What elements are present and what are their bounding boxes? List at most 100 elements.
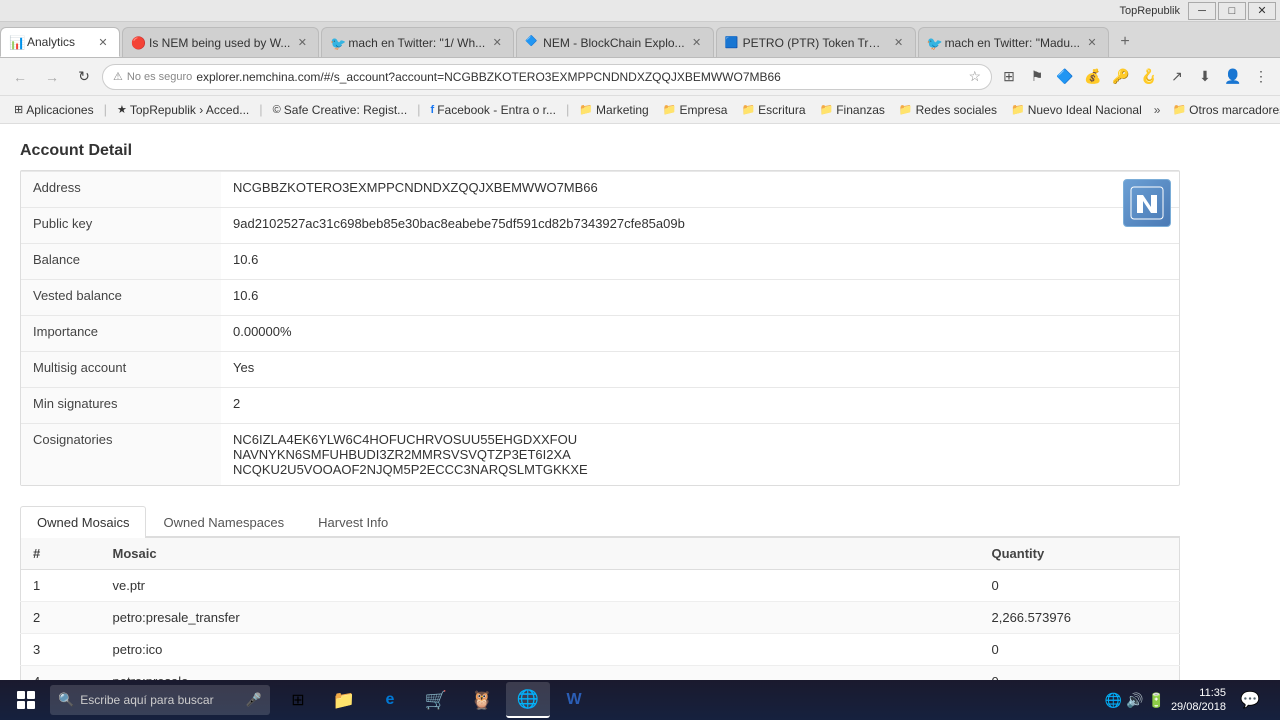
mosaic-qty-0: 0 [980,570,1180,602]
arrow-icon[interactable]: ↗ [1164,64,1190,90]
taskbar-word[interactable]: W [552,682,596,718]
tab-nem-explorer-favicon: 🔷 [525,36,539,50]
vested-balance-row: Vested balance 10.6 [21,279,1179,315]
tab-harvest-info[interactable]: Harvest Info [301,506,405,538]
nem-logo-svg [1129,185,1165,221]
page-content: Account Detail Address NCGBBZKOTERO3EXMP… [0,124,1280,680]
tab-petro-token-label: PETRO (PTR) Token Trac... [743,36,887,50]
bookmark-safecreative[interactable]: © Safe Creative: Regist... [267,101,414,119]
bookmark-toprepublik[interactable]: ★ TopRepublik › Acced... [111,101,255,119]
refresh-button[interactable]: ↻ [70,63,98,91]
bookmark-marketing[interactable]: 📁 Marketing [573,101,654,119]
tray-battery-icon[interactable]: 🔋 [1148,692,1165,709]
tab-analytics[interactable]: 📊 Analytics ✕ [0,27,120,57]
close-button[interactable]: ✕ [1248,2,1276,20]
extensions-icon[interactable]: ⊞ [996,64,1022,90]
tab-owned-mosaics[interactable]: Owned Mosaics [20,506,146,538]
sep1: | [104,102,107,117]
notification-icon: 💬 [1240,690,1260,710]
tab-mach-twitter1[interactable]: 🐦 mach en Twitter: "1/ Wh... ✕ [321,27,514,57]
nem-icon[interactable]: 🔷 [1052,64,1078,90]
tab-owned-namespaces[interactable]: Owned Namespaces [146,506,301,538]
importance-value: 0.00000% [221,316,1179,351]
taskbar-file-explorer[interactable]: 📁 [322,682,366,718]
bookmark-otros[interactable]: 📁 Otros marcadores [1166,101,1280,119]
bookmark-finanzas[interactable]: 📁 Finanzas [814,101,891,119]
otros-folder-icon: 📁 [1172,103,1186,116]
finanzas-folder-icon: 📁 [820,103,834,116]
importance-label: Importance [21,316,221,351]
mosaic-name-1: petro:presale_transfer [101,602,980,634]
tab-mach-twitter2[interactable]: 🐦 mach en Twitter: "Madu... ✕ [918,27,1109,57]
mosaic-num-0: 1 [21,570,101,602]
tab-nem-twitter1-favicon: 🔴 [131,36,145,50]
tab-nem-explorer-close[interactable]: ✕ [689,35,705,51]
chrome-flag-icon[interactable]: ⚑ [1024,64,1050,90]
taskbar-mic-icon: 🎤 [246,692,262,708]
bookmark-safecreative-label: Safe Creative: Regist... [284,103,407,117]
start-button[interactable] [4,682,48,718]
taskbar: 🔍 Escribe aquí para buscar 🎤 ⊞ 📁 e 🛒 🦉 🌐… [0,680,1280,720]
bookmark-ideal[interactable]: 📁 Nuevo Ideal Nacional [1005,101,1148,119]
tab-analytics-close[interactable]: ✕ [95,34,111,50]
bookmark-empresa-label: Empresa [679,103,727,117]
taskbar-chrome[interactable]: 🌐 [506,682,550,718]
tab-nem-explorer[interactable]: 🔷 NEM - BlockChain Explo... ✕ [516,27,713,57]
tabs-section: Owned Mosaics Owned Namespaces Harvest I… [20,506,1180,680]
mosaic-qty-3: 0 [980,666,1180,681]
cosig-value3: NCQKU2U5VOOAOF2NJQM5P2ECCC3NARQSLMTGKKXE [233,462,1167,477]
lastpass-icon[interactable]: 🔑 [1108,64,1134,90]
taskbar-edge[interactable]: e [368,682,412,718]
multisig-label: Multisig account [21,352,221,387]
tray-network-icon[interactable]: 🌐 [1105,692,1122,709]
protocol-label: No es seguro [127,71,192,83]
bookmark-apps[interactable]: ⊞ Aplicaciones [8,101,100,119]
tab-mach-twitter1-favicon: 🐦 [330,36,344,50]
download-icon[interactable]: ⬇ [1192,64,1218,90]
back-button[interactable]: ← [6,63,34,91]
mosaic-name-0: ve.ptr [101,570,980,602]
title-bar-text: TopRepublik [0,5,1188,17]
taskbar-tripadvisor[interactable]: 🦉 [460,682,504,718]
tray-speaker-icon[interactable]: 🔊 [1126,692,1143,709]
bookmark-redes[interactable]: 📁 Redes sociales [893,101,1003,119]
maximize-button[interactable]: □ [1218,2,1246,20]
new-tab-button[interactable]: + [1111,27,1139,57]
bookmark-finanzas-label: Finanzas [836,103,885,117]
facebook-icon: f [431,104,435,116]
wallet-icon[interactable]: 💰 [1080,64,1106,90]
tab-petro-token[interactable]: 🟦 PETRO (PTR) Token Trac... ✕ [716,27,916,57]
url-text[interactable]: explorer.nemchina.com/#/s_account?accoun… [196,70,964,84]
taskbar-task-view[interactable]: ⊞ [276,682,320,718]
tray-notification-button[interactable]: 💬 [1232,682,1268,718]
forward-button[interactable]: → [38,63,66,91]
bookmark-facebook[interactable]: f Facebook - Entra o r... [425,101,562,119]
bookmark-star-icon[interactable]: ☆ [968,68,981,85]
bookmark-empresa[interactable]: 📁 Empresa [657,101,734,119]
bookmarks-more[interactable]: » [1150,101,1165,119]
tab-mach-twitter2-close[interactable]: ✕ [1084,35,1100,51]
multisig-value: Yes [221,352,1179,387]
tab-nem-twitter1-close[interactable]: ✕ [294,35,310,51]
bookmark-escritura[interactable]: 📁 Escritura [735,101,811,119]
tab-mach-twitter1-close[interactable]: ✕ [489,35,505,51]
address-bar[interactable]: ⚠ No es seguro explorer.nemchina.com/#/s… [102,64,992,90]
menu-icon[interactable]: ⋮ [1248,64,1274,90]
bookmark-escritura-label: Escritura [758,103,805,117]
tab-nem-twitter1[interactable]: 🔴 Is NEM being used by W... ✕ [122,27,319,57]
bookmarks-bar: ⊞ Aplicaciones | ★ TopRepublik › Acced..… [0,96,1280,124]
taskbar-amazon[interactable]: 🛒 [414,682,458,718]
hook-icon[interactable]: 🪝 [1136,64,1162,90]
pubkey-row: Public key 9ad2102527ac31c698beb85e30bac… [21,207,1179,243]
minimize-button[interactable]: ─ [1188,2,1216,20]
mosaic-name-2: petro:ico [101,634,980,666]
redes-folder-icon: 📁 [899,103,913,116]
tray-clock[interactable]: 11:35 29/08/2018 [1171,686,1226,715]
bookmark-otros-label: Otros marcadores [1189,103,1280,117]
tab-mach-twitter2-favicon: 🐦 [927,36,941,50]
person-icon[interactable]: 👤 [1220,64,1246,90]
taskbar-search-bar[interactable]: 🔍 Escribe aquí para buscar 🎤 [50,685,270,715]
vested-balance-value: 10.6 [221,280,1179,315]
tab-petro-token-close[interactable]: ✕ [891,35,907,51]
tab-petro-token-favicon: 🟦 [725,36,739,50]
